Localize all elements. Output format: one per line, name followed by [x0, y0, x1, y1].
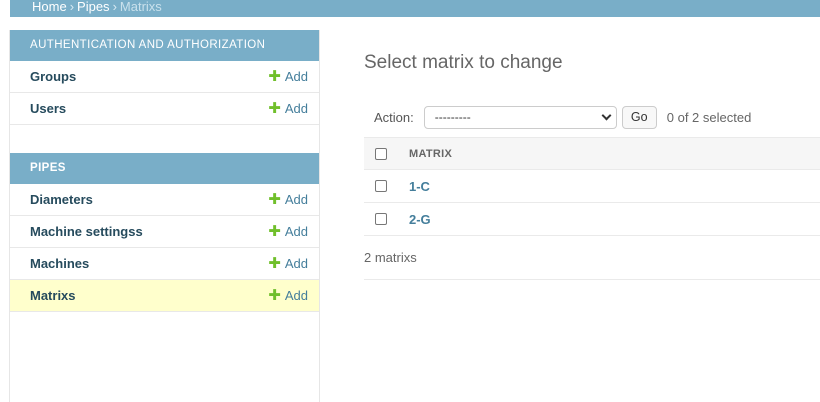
add-diameters-button[interactable]: ✚ Add: [268, 192, 308, 207]
add-label: Add: [284, 69, 308, 84]
sidebar-item-diameters-link[interactable]: Diameters: [30, 192, 93, 207]
row-checkbox[interactable]: [375, 180, 387, 192]
add-label: Add: [284, 101, 308, 116]
go-button[interactable]: Go: [621, 105, 657, 129]
plus-icon: ✚: [268, 191, 281, 208]
breadcrumb-current: Matrixs: [119, 0, 162, 14]
matrix-link[interactable]: 2-G: [409, 212, 431, 227]
add-label: Add: [284, 224, 308, 239]
add-matrixs-button[interactable]: ✚ Add: [268, 288, 308, 303]
chevron-down-icon: [601, 110, 612, 120]
table-header-row: MATRIX: [364, 137, 820, 170]
breadcrumb: Home › Pipes › Matrixs: [10, 0, 820, 17]
select-all-checkbox[interactable]: [375, 147, 387, 160]
plus-icon: ✚: [268, 100, 281, 117]
breadcrumb-app-link[interactable]: Pipes: [77, 0, 110, 14]
plus-icon: ✚: [268, 68, 281, 85]
action-select[interactable]: ---------: [423, 105, 617, 129]
breadcrumb-home-link[interactable]: Home: [32, 0, 67, 14]
action-bar: Action: --------- Go 0 of 2 selected: [364, 103, 820, 131]
add-label: Add: [284, 192, 308, 207]
action-select-value: ---------: [434, 110, 471, 124]
app-sidebar: Authentication and Authorization Groups …: [9, 30, 320, 402]
add-label: Add: [284, 256, 308, 271]
add-label: Add: [284, 288, 308, 303]
sidebar-item-users-link[interactable]: Users: [30, 101, 66, 116]
sidebar-item-users: Users ✚ Add: [10, 93, 319, 125]
add-groups-button[interactable]: ✚ Add: [268, 69, 308, 84]
paginator: 2 matrixs: [364, 236, 820, 280]
breadcrumb-separator: ›: [69, 0, 75, 14]
sidebar-item-matrixs-link[interactable]: Matrixs: [30, 288, 76, 303]
plus-icon: ✚: [268, 223, 281, 240]
module-caption-pipes[interactable]: Pipes: [10, 153, 319, 184]
sidebar-item-machines: Machines ✚ Add: [10, 248, 319, 280]
module-spacer: [10, 125, 319, 153]
results-table: MATRIX 1-C 2-G 2 matrixs: [364, 137, 820, 280]
sidebar-item-diameters: Diameters ✚ Add: [10, 184, 319, 216]
table-row: 1-C: [364, 170, 820, 203]
plus-icon: ✚: [268, 255, 281, 272]
page-title: Select matrix to change: [364, 52, 563, 73]
add-machine-settingss-button[interactable]: ✚ Add: [268, 224, 308, 239]
sidebar-item-groups: Groups ✚ Add: [10, 61, 319, 93]
action-label: Action:: [374, 109, 414, 125]
plus-icon: ✚: [268, 287, 281, 304]
table-row: 2-G: [364, 203, 820, 236]
row-checkbox[interactable]: [375, 213, 387, 225]
sidebar-item-groups-link[interactable]: Groups: [30, 69, 76, 84]
sidebar-item-machine-settingss: Machine settingss ✚ Add: [10, 216, 319, 248]
sidebar-item-machine-settingss-link[interactable]: Machine settingss: [30, 224, 143, 239]
sidebar-item-machines-link[interactable]: Machines: [30, 256, 89, 271]
add-machines-button[interactable]: ✚ Add: [268, 256, 308, 271]
sidebar-item-matrixs: Matrixs ✚ Add: [10, 280, 319, 312]
matrix-link[interactable]: 1-C: [409, 179, 430, 194]
column-header-matrix[interactable]: MATRIX: [409, 148, 452, 160]
selection-counter: 0 of 2 selected: [666, 109, 752, 125]
module-caption-auth[interactable]: Authentication and Authorization: [10, 30, 319, 61]
breadcrumb-separator: ›: [112, 0, 117, 14]
add-users-button[interactable]: ✚ Add: [268, 101, 308, 116]
